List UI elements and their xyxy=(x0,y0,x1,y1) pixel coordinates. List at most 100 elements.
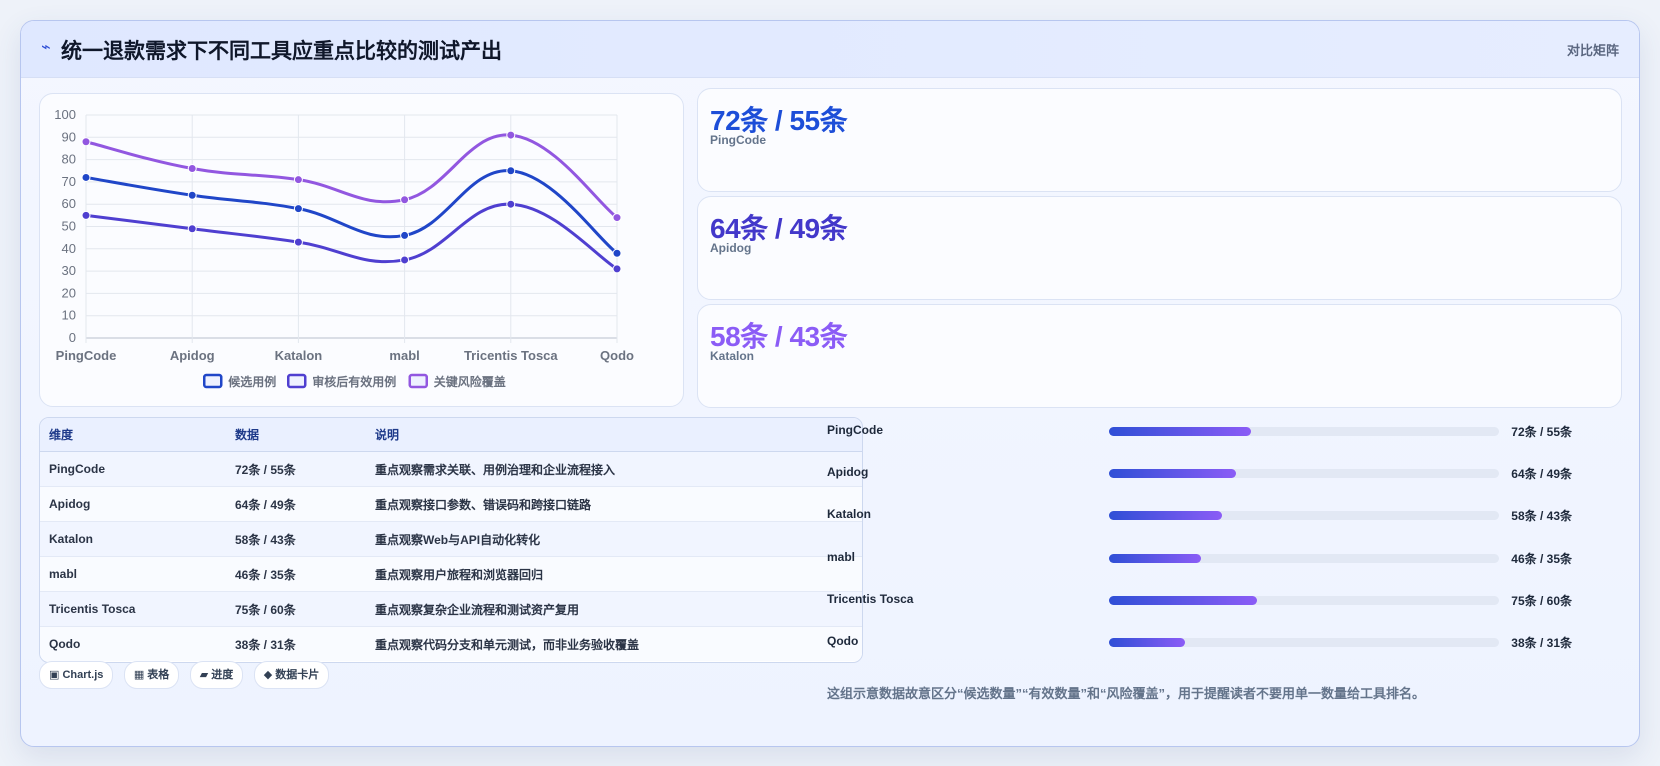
table-cell: Apidog xyxy=(40,486,226,522)
progress-label: Tricentis Tosca xyxy=(827,591,914,606)
progress-track xyxy=(1109,469,1499,479)
y-tick-label: 20 xyxy=(62,285,76,300)
footnote: 这组示意数据故意区分“候选数量”“有效数量”和“风险覆盖”，用于提醒读者不要用单… xyxy=(827,686,1426,701)
progress-track xyxy=(1109,427,1499,436)
progress-label: Apidog xyxy=(827,465,869,480)
progress-track xyxy=(1109,511,1499,521)
y-tick-label: 70 xyxy=(62,174,76,189)
column-header: 数据 xyxy=(226,418,366,452)
x-tick-label: PingCode xyxy=(56,348,117,363)
data-point xyxy=(187,190,197,200)
progress-list: PingCode 72条 / 55条 Apidog 64条 / 49条 Kata… xyxy=(827,419,1572,672)
stat-card-katalon: 58条 / 43条 Katalon xyxy=(697,304,1622,408)
table-cell: 重点观察Web与API自动化转化 xyxy=(366,521,862,557)
table-cell: 重点观察复杂企业流程和测试资产复用 xyxy=(366,591,862,627)
table-cell: 重点观察接口参数、错误码和跨接口链路 xyxy=(366,486,862,522)
y-tick-label: 50 xyxy=(62,219,76,234)
progress-fill xyxy=(1109,511,1223,521)
table-cell: 38条 / 31条 xyxy=(226,626,366,661)
progress-label: mabl xyxy=(827,549,856,564)
x-tick-label: Tricentis Tosca xyxy=(464,348,558,363)
x-tick-label: mabl xyxy=(389,348,419,363)
data-point xyxy=(293,237,303,247)
table-row: mabl 46条 / 35条 重点观察用户旅程和浏览器回归 xyxy=(40,556,862,592)
y-tick-label: 40 xyxy=(62,241,76,256)
y-tick-label: 80 xyxy=(62,152,76,167)
line-chart-panel: 0 10 20 30 40 50 60 70 80 90 100 PingCode Apidog Kata… xyxy=(39,93,684,407)
data-point xyxy=(187,164,197,174)
progress-track xyxy=(1109,637,1499,647)
data-point xyxy=(612,264,622,274)
matrix-tag: 对比矩阵 xyxy=(1566,43,1619,58)
table-cell: PingCode xyxy=(40,451,226,487)
page-title: 统一退款需求下不同工具应重点比较的测试产出 xyxy=(61,40,502,63)
progress-fill xyxy=(1109,427,1252,436)
progress-value: 58条 / 43条 xyxy=(1511,509,1572,524)
bolt-icon: ⌁ xyxy=(41,39,51,56)
progress-track xyxy=(1109,595,1499,605)
progress-value: 64条 / 49条 xyxy=(1511,467,1572,482)
legend-label: 审核后有效用例 xyxy=(312,374,396,389)
data-point xyxy=(506,199,516,209)
progress-fill xyxy=(1109,553,1201,563)
table-cell: 46条 / 35条 xyxy=(226,556,366,592)
data-point xyxy=(81,210,91,220)
data-point xyxy=(81,137,91,147)
series-line xyxy=(85,202,618,271)
progress-value: 75条 / 60条 xyxy=(1511,593,1572,608)
progress-label: Katalon xyxy=(827,507,872,522)
column-header: 说明 xyxy=(366,418,862,452)
table-row: Qodo 38条 / 31条 重点观察代码分支和单元测试，而非业务验收覆盖 xyxy=(40,626,862,661)
stat-label: Apidog xyxy=(710,241,752,255)
table-cell: Qodo xyxy=(40,626,226,661)
column-header: 维度 xyxy=(40,418,226,452)
table-row: PingCode 72条 / 55条 重点观察需求关联、用例治理和企业流程接入 xyxy=(40,451,862,487)
data-point xyxy=(612,248,622,258)
data-point xyxy=(400,195,410,205)
y-tick-label: 90 xyxy=(62,129,76,144)
progress-row: Qodo 38条 / 31条 xyxy=(827,630,1572,672)
series-line xyxy=(85,133,618,219)
comparison-card: ⌁ 统一退款需求下不同工具应重点比较的测试产出 对比矩阵 0 10 20 30 40 50… xyxy=(20,20,1640,747)
progress-fill xyxy=(1109,637,1186,647)
data-point xyxy=(612,213,622,223)
line-chart: 0 10 20 30 40 50 60 70 80 90 100 PingCode Apidog Kata… xyxy=(54,107,634,389)
table-cell: Tricentis Tosca xyxy=(40,591,226,627)
progress-row: Tricentis Tosca 75条 / 60条 xyxy=(827,588,1572,630)
data-point xyxy=(187,224,197,234)
y-tick-label: 30 xyxy=(62,263,76,278)
legend-swatch xyxy=(287,373,307,389)
progress-track xyxy=(1109,553,1499,563)
table-cell: 75条 / 60条 xyxy=(226,591,366,627)
progress-value: 46条 / 35条 xyxy=(1511,551,1572,566)
chip-progress[interactable]: ▰ 进度 xyxy=(189,661,244,689)
comparison-table: 维度 数据 说明 PingCode 72条 / 55条 重点观察需求关联、用例治… xyxy=(39,417,863,663)
table-row: Apidog 64条 / 49条 重点观察接口参数、错误码和跨接口链路 xyxy=(40,486,862,522)
chip-table[interactable]: ▦ 表格 xyxy=(123,661,180,689)
legend-swatch xyxy=(408,373,428,389)
table-cell: mabl xyxy=(40,556,226,592)
stat-label: PingCode xyxy=(710,133,766,147)
progress-row: Katalon 58条 / 43条 xyxy=(827,503,1572,545)
x-tick-label: Katalon xyxy=(275,348,323,363)
tech-chips: ▣ Chart.js ▦ 表格 ▰ 进度 ◆ 数据卡片 xyxy=(39,661,335,689)
progress-fill xyxy=(1109,469,1236,479)
table-cell: 72条 / 55条 xyxy=(226,451,366,487)
y-tick-label: 0 xyxy=(69,330,76,345)
table-cell: 64条 / 49条 xyxy=(226,486,366,522)
progress-row: Apidog 64条 / 49条 xyxy=(827,461,1572,503)
chip-chartjs[interactable]: ▣ Chart.js xyxy=(39,661,114,689)
data-point xyxy=(506,130,516,140)
card-header: ⌁ 统一退款需求下不同工具应重点比较的测试产出 对比矩阵 xyxy=(21,21,1639,78)
y-tick-label: 10 xyxy=(62,308,76,323)
y-tick-label: 100 xyxy=(54,107,76,122)
data-point xyxy=(293,175,303,185)
progress-value: 38条 / 31条 xyxy=(1511,635,1572,650)
chip-data-card[interactable]: ◆ 数据卡片 xyxy=(253,661,330,689)
progress-label: PingCode xyxy=(827,423,883,437)
table-cell: Katalon xyxy=(40,521,226,557)
progress-row: PingCode 72条 / 55条 xyxy=(827,419,1572,461)
table-cell: 58条 / 43条 xyxy=(226,521,366,557)
data-point xyxy=(400,255,410,265)
data-point xyxy=(81,172,91,182)
